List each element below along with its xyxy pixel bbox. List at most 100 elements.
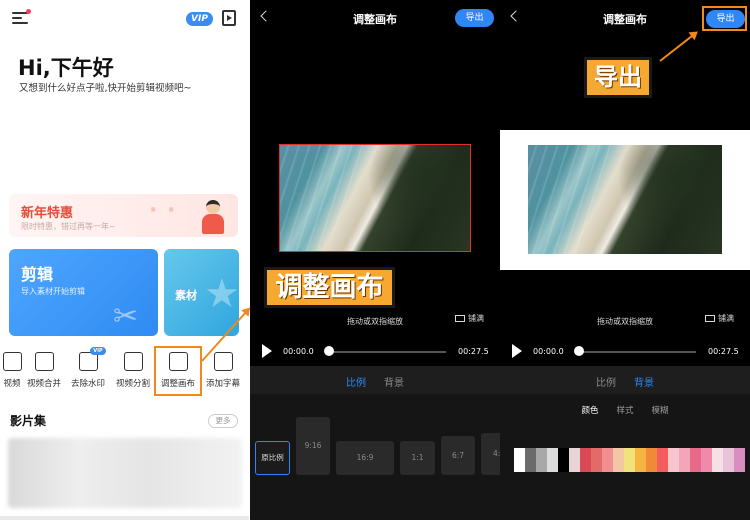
ratio-original[interactable]: 原比例 (255, 441, 290, 475)
color-swatch[interactable] (602, 448, 613, 472)
color-swatch[interactable] (690, 448, 701, 472)
color-swatch[interactable] (613, 448, 624, 472)
fill-label: 铺满 (468, 314, 484, 323)
color-swatch[interactable] (646, 448, 657, 472)
tab-bar: 比例 背景 (500, 374, 750, 389)
tool-label: 视频合并 (26, 379, 61, 389)
subtab-style[interactable]: 样式 (616, 404, 633, 416)
home-indicator (0, 516, 249, 520)
ratio-options: 原比例 9:16 16:9 1:1 6:7 4: (250, 394, 500, 520)
edit-card[interactable]: 剪辑 导入素材开始剪辑 ✂ (9, 249, 158, 336)
drafts-icon[interactable] (222, 10, 236, 26)
callout-export: 导出 (584, 57, 652, 98)
color-swatch[interactable] (525, 448, 536, 472)
ratio-9-16[interactable]: 9:16 (296, 417, 330, 475)
album-title: 影片集 (10, 414, 47, 428)
progress-knob[interactable] (324, 346, 334, 356)
tab-background[interactable]: 背景 (384, 374, 404, 389)
scissors-icon: ✂ (113, 299, 139, 334)
editor-ratio-screen: 调整画布 导出 拖动或双指缩放 铺满 00:00.0 00:27.5 比例 背景 … (250, 0, 500, 520)
color-swatch[interactable] (657, 448, 668, 472)
tool-remove-watermark[interactable]: VIP 去除水印 (66, 347, 110, 392)
bottom-panel: 比例 背景 颜色 样式 模糊 (500, 366, 750, 520)
color-swatch[interactable] (624, 448, 635, 472)
material-card-title: 素材 (175, 289, 197, 302)
play-icon[interactable] (512, 344, 522, 358)
tab-ratio[interactable]: 比例 (596, 374, 616, 389)
background-options: 颜色 样式 模糊 (500, 394, 750, 520)
tool-merge[interactable]: 视频合并 (22, 352, 66, 392)
progress-track[interactable] (328, 351, 446, 353)
progress-knob[interactable] (574, 346, 584, 356)
tab-bar: 比例 背景 (250, 374, 500, 389)
canvas-preview[interactable] (279, 144, 471, 252)
canvas-preview[interactable] (500, 130, 750, 270)
greeting-subtitle: 又想到什么好点子啦,快开始剪辑视频吧~ (19, 83, 192, 94)
ratio-6-7[interactable]: 6:7 (441, 436, 475, 475)
menu-icon[interactable] (12, 12, 28, 26)
text-icon (213, 352, 233, 371)
tab-background[interactable]: 背景 (634, 374, 654, 389)
time-current: 00:00.0 (533, 347, 564, 356)
fill-button[interactable]: 铺满 (705, 313, 734, 324)
fill-button[interactable]: 铺满 (455, 313, 484, 324)
highlight-box-canvas-tool (154, 346, 202, 396)
home-screen: VIP Hi,下午好 又想到什么好点子啦,快开始剪辑视频吧~ 新年特惠 限时特惠… (0, 0, 249, 520)
time-total: 00:27.5 (708, 347, 739, 356)
callout-adjust-canvas: 调整画布 (264, 267, 395, 308)
color-swatch[interactable] (536, 448, 547, 472)
greeting-title: Hi,下午好 (18, 56, 114, 80)
color-swatch[interactable] (701, 448, 712, 472)
edit-card-title: 剪辑 (21, 265, 54, 284)
tool-label: 视频分割 (115, 379, 150, 389)
color-swatch[interactable] (569, 448, 580, 472)
time-current: 00:00.0 (283, 347, 314, 356)
ratio-1-1[interactable]: 1:1 (400, 441, 435, 475)
color-swatches (514, 448, 750, 472)
color-swatch[interactable] (558, 448, 569, 472)
progress-track[interactable] (578, 351, 696, 353)
color-swatch[interactable] (514, 448, 525, 472)
merge-icon (34, 352, 54, 371)
more-button[interactable]: 更多 (208, 414, 238, 428)
color-swatch[interactable] (580, 448, 591, 472)
bottom-panel: 比例 背景 原比例 9:16 16:9 1:1 6:7 4: (250, 366, 500, 520)
tool-label: 添加字幕 (205, 379, 240, 389)
color-swatch[interactable] (635, 448, 646, 472)
fill-icon (455, 315, 465, 322)
color-swatch[interactable] (591, 448, 602, 472)
tool-label: 去除水印 (70, 379, 105, 389)
color-swatch[interactable] (547, 448, 558, 472)
highlight-box-export (702, 6, 747, 31)
tab-ratio[interactable]: 比例 (346, 374, 366, 389)
tool-vip-badge: VIP (90, 347, 106, 355)
edit-card-subtitle: 导入素材开始剪辑 (21, 287, 85, 296)
color-swatch[interactable] (723, 448, 734, 472)
promo-banner[interactable]: 新年特惠 限时特惠，错过再等一年~ · · (9, 194, 238, 237)
beach-video-frame (528, 145, 722, 254)
fill-icon (705, 315, 715, 322)
play-icon[interactable] (262, 344, 272, 358)
notification-dot (26, 9, 31, 14)
color-swatch[interactable] (712, 448, 723, 472)
promo-title: 新年特惠 (21, 206, 74, 221)
album-thumbnail[interactable] (8, 438, 242, 508)
ratio-4-x[interactable]: 4: (481, 433, 500, 475)
color-swatch[interactable] (679, 448, 690, 472)
promo-illustration (199, 200, 225, 234)
star-icon: ★ (204, 271, 239, 317)
subtab-blur[interactable]: 模糊 (652, 404, 669, 416)
beach-video-frame (280, 145, 470, 251)
color-swatch[interactable] (668, 448, 679, 472)
tool-add-subtitle[interactable]: 添加字幕 (201, 352, 245, 392)
fill-label: 铺满 (718, 314, 734, 323)
tool-split[interactable]: 视频分割 (111, 352, 155, 392)
time-total: 00:27.5 (458, 347, 489, 356)
export-button[interactable]: 导出 (455, 9, 494, 27)
vip-badge[interactable]: VIP (186, 12, 213, 26)
subtab-color[interactable]: 颜色 (581, 404, 598, 416)
background-subtabs: 颜色 样式 模糊 (500, 404, 750, 416)
ratio-16-9[interactable]: 16:9 (336, 441, 394, 475)
color-swatch[interactable] (734, 448, 745, 472)
material-card[interactable]: ★ 素材 (164, 249, 239, 336)
